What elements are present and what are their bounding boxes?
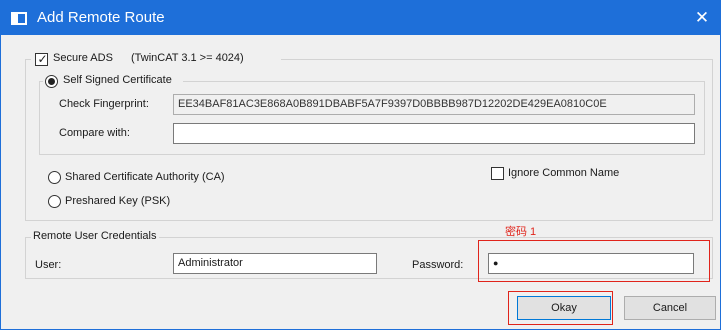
psk-radio[interactable] <box>48 195 61 208</box>
secure-ads-checkbox[interactable]: ✓ <box>35 52 48 66</box>
credentials-group-label: Remote User Credentials <box>31 230 159 242</box>
secure-ads-label[interactable]: Secure ADS <box>53 52 113 64</box>
self-signed-radio[interactable] <box>45 75 58 88</box>
window-title: Add Remote Route <box>37 9 165 26</box>
user-input[interactable]: Administrator <box>173 253 377 274</box>
compare-with-input[interactable] <box>173 123 695 144</box>
shared-ca-label[interactable]: Shared Certificate Authority (CA) <box>65 171 225 183</box>
password-annotation: 密码 1 <box>505 226 537 238</box>
okay-button[interactable]: Okay <box>517 296 611 320</box>
self-signed-label[interactable]: Self Signed Certificate <box>63 74 172 86</box>
ignore-common-name-checkbox[interactable] <box>491 167 504 180</box>
cancel-button[interactable]: Cancel <box>624 296 716 320</box>
fingerprint-field[interactable]: EE34BAF81AC3E868A0B891DBABF5A7F9397D0BBB… <box>173 94 695 115</box>
add-remote-route-dialog: Add Remote Route ✕ ✓ Secure ADS (TwinCAT… <box>0 0 721 330</box>
check-icon: ✓ <box>37 52 48 66</box>
compare-with-label: Compare with: <box>59 127 130 139</box>
self-signed-legend: Self Signed Certificate <box>43 73 183 89</box>
password-label: Password: <box>412 259 464 271</box>
fingerprint-label: Check Fingerprint: <box>59 98 149 110</box>
password-input[interactable]: ● <box>488 253 694 274</box>
close-icon[interactable]: ✕ <box>690 6 714 30</box>
title-bar: Add Remote Route ✕ <box>1 1 720 35</box>
ignore-common-name-label[interactable]: Ignore Common Name <box>508 167 619 179</box>
secure-ads-version-note: (TwinCAT 3.1 >= 4024) <box>131 52 244 64</box>
shared-ca-radio[interactable] <box>48 171 61 184</box>
secure-ads-legend: ✓ Secure ADS (TwinCAT 3.1 >= 4024) <box>31 51 281 67</box>
window-app-icon <box>11 12 27 25</box>
psk-label[interactable]: Preshared Key (PSK) <box>65 195 170 207</box>
user-label: User: <box>35 259 62 271</box>
radio-selected-dot <box>48 78 55 85</box>
